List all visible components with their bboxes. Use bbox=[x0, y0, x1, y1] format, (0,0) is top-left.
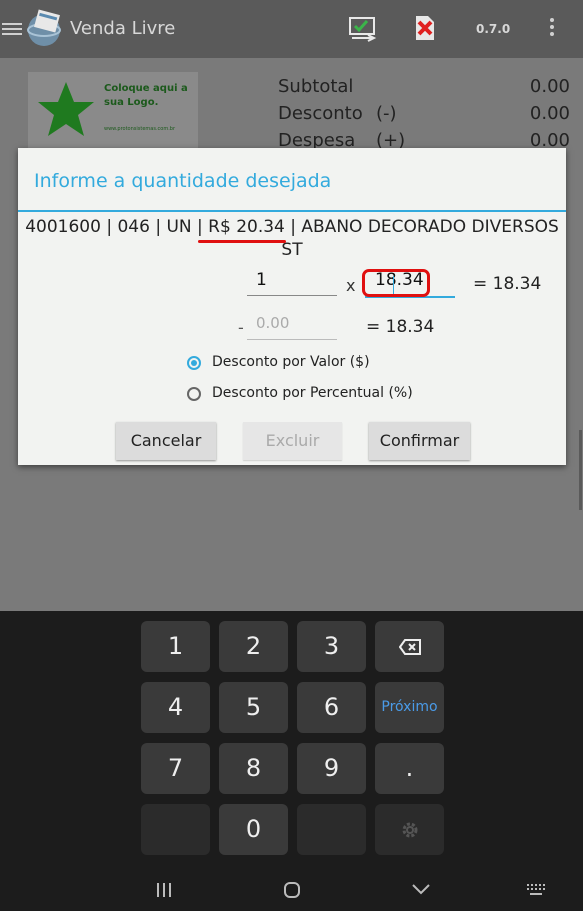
key-dot[interactable]: . bbox=[375, 743, 444, 794]
app-title: Venda Livre bbox=[70, 18, 176, 39]
logo-placeholder-text: Coloque aqui a sua Logo. bbox=[104, 83, 188, 108]
cancel-button[interactable]: Cancelar bbox=[116, 422, 216, 460]
backspace-icon bbox=[398, 639, 421, 655]
quantity-dialog: Informe a quantidade desejada 4001600 | … bbox=[18, 148, 566, 465]
dialog-title: Informe a quantidade desejada bbox=[34, 170, 332, 192]
key-6[interactable]: 6 bbox=[297, 682, 366, 733]
subtotal-label: Subtotal bbox=[278, 76, 354, 97]
menu-icon[interactable] bbox=[2, 20, 22, 36]
unit-price-highlight-box bbox=[362, 269, 430, 297]
radio-discount-value-label: Desconto por Valor ($) bbox=[212, 354, 370, 370]
discount-value: 0.00 bbox=[529, 103, 570, 124]
delete-button[interactable]: Excluir bbox=[243, 422, 342, 460]
product-description: 4001600 | 046 | UN | R$ 20.34 | ABANO DE… bbox=[18, 216, 566, 262]
gear-icon bbox=[402, 822, 417, 838]
key-9[interactable]: 9 bbox=[297, 743, 366, 794]
radio-discount-value[interactable]: Desconto por Valor ($) bbox=[187, 354, 487, 376]
key-8[interactable]: 8 bbox=[219, 743, 288, 794]
product-price-text: R$ 20.34 bbox=[208, 217, 285, 237]
key-1[interactable]: 1 bbox=[141, 621, 210, 672]
key-0[interactable]: 0 bbox=[219, 804, 288, 855]
product-code-text: 4001600 | 046 | UN | bbox=[25, 217, 209, 237]
radio-unchecked-icon[interactable] bbox=[187, 387, 201, 401]
keyboard-settings-key[interactable] bbox=[375, 804, 444, 855]
product-name-text: | ABANO DECORADO DIVERSOS ST bbox=[281, 217, 559, 260]
app-bar: Venda Livre 0.7.0 bbox=[0, 0, 583, 58]
discount-input[interactable]: 0.00 bbox=[247, 314, 337, 340]
keyboard-switch-icon[interactable] bbox=[526, 883, 546, 897]
confirm-button[interactable]: Confirmar bbox=[369, 422, 470, 460]
discount-sign: (-) bbox=[376, 103, 397, 124]
key-4[interactable]: 4 bbox=[141, 682, 210, 733]
overflow-menu-icon[interactable] bbox=[550, 18, 556, 40]
key-3[interactable]: 3 bbox=[297, 621, 366, 672]
line-total: = 18.34 bbox=[473, 274, 542, 294]
scrollbar[interactable] bbox=[579, 430, 582, 510]
delete-document-icon[interactable] bbox=[414, 14, 436, 42]
radio-checked-icon[interactable] bbox=[187, 356, 201, 370]
backspace-key[interactable] bbox=[375, 621, 444, 672]
home-icon[interactable] bbox=[284, 882, 300, 898]
blank-key bbox=[297, 804, 366, 855]
app-logo-icon bbox=[27, 9, 61, 46]
sync-monitor-icon[interactable] bbox=[348, 16, 378, 42]
next-key[interactable]: Próximo bbox=[375, 682, 444, 733]
discount-label: Desconto bbox=[278, 103, 363, 124]
quantity-input[interactable]: 1 bbox=[247, 270, 337, 296]
multiply-sign: x bbox=[346, 276, 356, 295]
chevron-down-icon[interactable] bbox=[412, 884, 430, 896]
radio-discount-percent[interactable]: Desconto por Percentual (%) bbox=[187, 385, 487, 407]
system-nav-bar bbox=[0, 863, 583, 911]
dialog-title-divider bbox=[18, 210, 566, 212]
discount-minus-sign: - bbox=[238, 318, 244, 337]
key-5[interactable]: 5 bbox=[219, 682, 288, 733]
company-logo-placeholder: Coloque aqui a sua Logo. www.protonsiste… bbox=[28, 72, 198, 152]
version-label: 0.7.0 bbox=[476, 22, 511, 36]
logo-url-text: www.protonsistemas.com.br bbox=[104, 126, 176, 132]
key-2[interactable]: 2 bbox=[219, 621, 288, 672]
text-cursor bbox=[393, 276, 394, 294]
blank-key bbox=[141, 804, 210, 855]
price-highlight-underline bbox=[198, 240, 286, 243]
star-icon bbox=[38, 82, 94, 136]
subtotal-value: 0.00 bbox=[529, 76, 570, 97]
radio-discount-percent-label: Desconto por Percentual (%) bbox=[212, 385, 413, 401]
key-7[interactable]: 7 bbox=[141, 743, 210, 794]
total-after-discount: = 18.34 bbox=[366, 317, 435, 337]
recent-apps-icon[interactable] bbox=[156, 883, 172, 897]
